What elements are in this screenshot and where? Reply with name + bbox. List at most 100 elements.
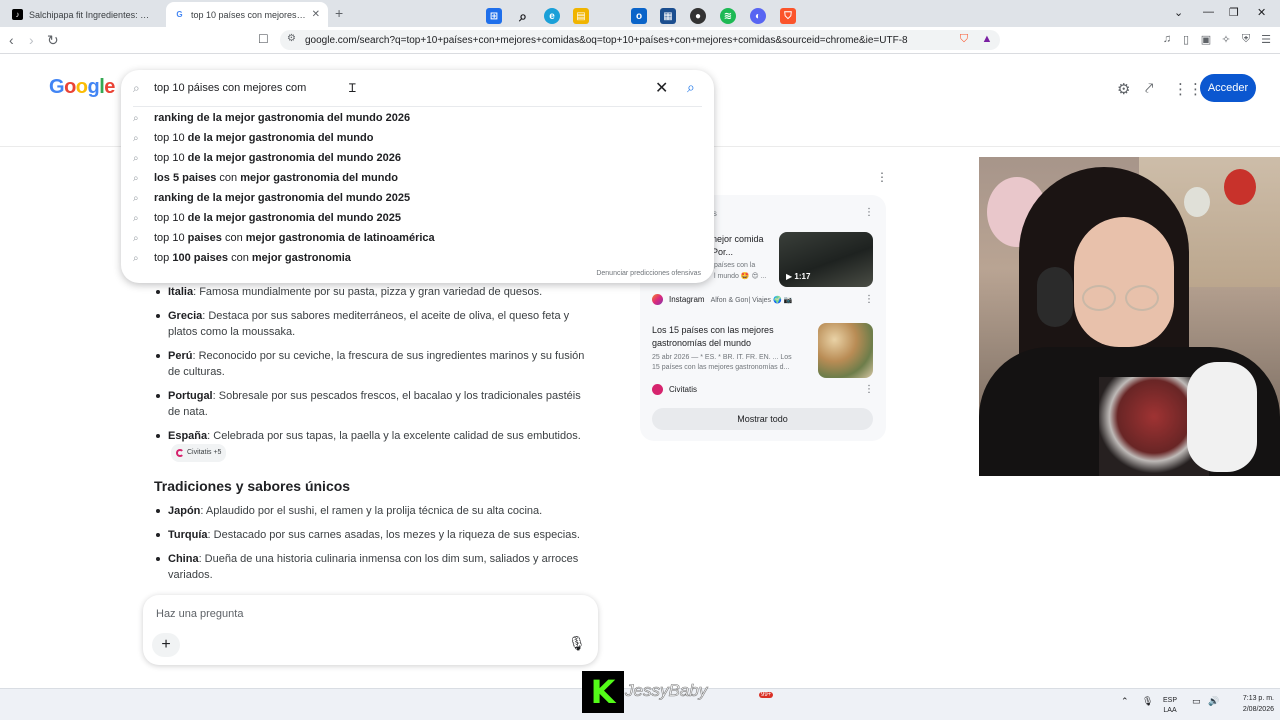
language-indicator[interactable]: ESP LAA — [1163, 696, 1177, 716]
add-icon[interactable]: + — [152, 633, 180, 657]
obs-icon[interactable]: ● — [690, 8, 706, 24]
sugg-text: top 10 — [154, 152, 188, 164]
country-name: China — [168, 553, 199, 565]
menu-icon[interactable]: ☰ — [1259, 32, 1273, 46]
country-desc: : Famosa mundialmente por su pasta, pizz… — [193, 286, 543, 298]
civitatis-icon — [176, 449, 184, 457]
country-name: Perú — [168, 350, 193, 362]
country-desc: : Dueña de una historia culinaria inmens… — [168, 553, 579, 581]
search-submit-icon[interactable]: ⌕ — [687, 79, 695, 96]
vpn-icon[interactable]: ⛨ — [1239, 32, 1253, 46]
source-row[interactable]: Civitatis — [652, 384, 697, 395]
settings-gear-icon[interactable]: ⚙ — [1117, 80, 1130, 98]
list-item: Japón: Aplaudido por el sushi, el ramen … — [154, 503, 594, 519]
windows-start-icon[interactable]: ⊞ — [486, 8, 502, 24]
report-predictions-link[interactable]: Denunciar predicciones ofensivas — [596, 270, 701, 277]
sugg-bold: de la mejor gastronomia del mundo — [187, 132, 374, 144]
source-row[interactable]: Instagram Alfon & Gon| Viajes 🌍 📷 — [652, 294, 792, 305]
sidebar-icon[interactable]: ▯ — [1179, 32, 1193, 46]
ask-input[interactable]: Haz una pregunta — [156, 608, 243, 620]
search-icon: ⌕ — [133, 232, 139, 244]
article-thumbnail[interactable] — [818, 323, 873, 378]
headset — [1037, 267, 1073, 327]
store-icon[interactable]: ▦ — [660, 8, 676, 24]
tab-search-icon[interactable]: ⌄ — [1174, 6, 1183, 19]
clear-search-icon[interactable]: ✕ — [655, 78, 668, 98]
search-field[interactable]: ⌕ top 10 páises con mejores com ✕ ⌕ — [121, 70, 714, 106]
volume-icon[interactable]: 🔊 — [1208, 696, 1219, 706]
plush-toy — [1224, 169, 1256, 205]
suggestion-item[interactable]: ⌕ top 10 paises con mejor gastronomia de … — [121, 228, 714, 248]
reload-icon[interactable]: ↻ — [47, 32, 59, 49]
wallet-icon[interactable]: ▣ — [1199, 32, 1213, 46]
country-desc: : Sobresale por sus pescados frescos, el… — [168, 390, 581, 418]
video-duration: ▶ 1:17 — [786, 272, 811, 281]
suggestion-item[interactable]: ⌕ ranking de la mejor gastronomia del mun… — [121, 108, 714, 128]
new-tab-icon[interactable]: + — [335, 5, 343, 21]
network-icon[interactable]: ▭ — [1192, 696, 1201, 706]
brave-icon[interactable]: ⛉ — [780, 8, 796, 24]
suggestion-item[interactable]: ⌕ top 10 de la mejor gastronomia del mund… — [121, 128, 714, 148]
sugg-text: top — [154, 252, 173, 264]
close-tab-icon[interactable]: ✕ — [312, 9, 320, 20]
card-title[interactable]: gastronomías del mundo — [652, 337, 751, 350]
show-all-button[interactable]: Mostrar todo — [652, 408, 873, 430]
file-explorer-icon[interactable]: ▤ — [573, 8, 589, 24]
maximize-icon[interactable]: ❐ — [1229, 6, 1239, 19]
search-icon: ⌕ — [133, 252, 139, 264]
sign-in-button[interactable]: Acceder — [1200, 74, 1256, 102]
card-title[interactable]: Los 15 países con las mejores — [652, 324, 774, 337]
kick-logo: K — [582, 671, 624, 713]
spotify-icon[interactable]: ≋ — [720, 8, 736, 24]
search-icon[interactable]: ⌕ — [515, 8, 531, 24]
media-icon[interactable]: ♫ — [1160, 32, 1174, 46]
more-options-icon[interactable]: ⋮ — [864, 294, 874, 305]
more-options-icon[interactable]: ⋮ — [864, 384, 874, 395]
microphone-tray-icon[interactable]: 🎙 — [1142, 696, 1153, 706]
list-item: Italia: Famosa mundialmente por su pasta… — [154, 284, 594, 300]
video-thumbnail[interactable]: ▶ 1:17 — [779, 232, 873, 287]
address-bar[interactable]: google.com/search?q=top+10+países+con+me… — [280, 30, 1000, 50]
system-clock[interactable]: 7:13 p. m. 2/08/2026 — [1224, 693, 1274, 715]
brave-shields-icon[interactable]: ⛉ — [957, 32, 971, 46]
tab-salchipapa[interactable]: ♪ Salchipapa fit Ingredientes: Papa pero… — [4, 2, 162, 27]
suggestion-item[interactable]: ⌕ top 100 paises con mejor gastronomia — [121, 248, 714, 268]
tab-google-search[interactable]: G top 10 países con mejores comid... ✕ — [166, 2, 328, 27]
suggestion-item[interactable]: ⌕ ranking de la mejor gastronomia del mun… — [121, 188, 714, 208]
outlook-icon[interactable]: o — [631, 8, 647, 24]
minimize-icon[interactable]: — — [1203, 6, 1214, 18]
card-title[interactable]: nejor comida — [712, 233, 764, 246]
card-title[interactable]: Por... — [712, 246, 733, 259]
suggestion-item[interactable]: ⌕ los 5 paises con mejor gastronomia del … — [121, 168, 714, 188]
site-info-icon[interactable]: ⚙ — [287, 33, 296, 44]
bookmark-icon[interactable]: ☐ — [258, 32, 269, 46]
text-cursor-icon: Ɪ — [349, 81, 356, 95]
search-input[interactable]: top 10 páises con mejores com — [154, 82, 306, 94]
more-options-icon[interactable]: ⋮ — [876, 170, 888, 184]
list-item: España: Celebrada por sus tapas, la pael… — [154, 428, 594, 462]
show-hidden-icons-icon[interactable]: ⌃ — [1121, 696, 1129, 706]
leo-ai-icon[interactable]: ✧ — [1219, 32, 1233, 46]
discord-icon[interactable]: ◐ — [750, 8, 766, 24]
forward-icon[interactable]: › — [29, 32, 34, 48]
back-icon[interactable]: ‹ — [9, 32, 14, 48]
ask-followup-box[interactable]: Haz una pregunta + 🎙 — [143, 595, 598, 665]
google-logo[interactable]: Google — [49, 76, 115, 99]
country-desc: : Celebrada por sus tapas, la paella y l… — [207, 430, 581, 442]
lang-layout: LAA — [1163, 707, 1177, 714]
suggestion-item[interactable]: ⌕ top 10 de la mejor gastronomia del mund… — [121, 148, 714, 168]
brave-rewards-icon[interactable]: ▲ — [980, 32, 994, 46]
microphone-icon[interactable]: 🎙 — [568, 635, 586, 652]
card-snippet: 15 países con las mejores gastronomías d… — [652, 364, 790, 371]
sugg-text: con — [228, 252, 252, 264]
source-chip[interactable]: Civitatis +5 — [171, 444, 227, 462]
edge-icon[interactable]: e — [544, 8, 560, 24]
sugg-bold: mejor gastronomia — [251, 252, 351, 264]
share-icon[interactable]: ⤤ — [1145, 80, 1153, 97]
close-window-icon[interactable]: ✕ — [1257, 6, 1266, 19]
card-snippet: l mundo 🤩 😍 ... — [714, 273, 767, 280]
microphone — [1187, 362, 1257, 472]
more-options-icon[interactable]: ⋮ — [864, 207, 874, 218]
sugg-text: top 10 — [154, 232, 188, 244]
suggestion-item[interactable]: ⌕ top 10 de la mejor gastronomia del mund… — [121, 208, 714, 228]
